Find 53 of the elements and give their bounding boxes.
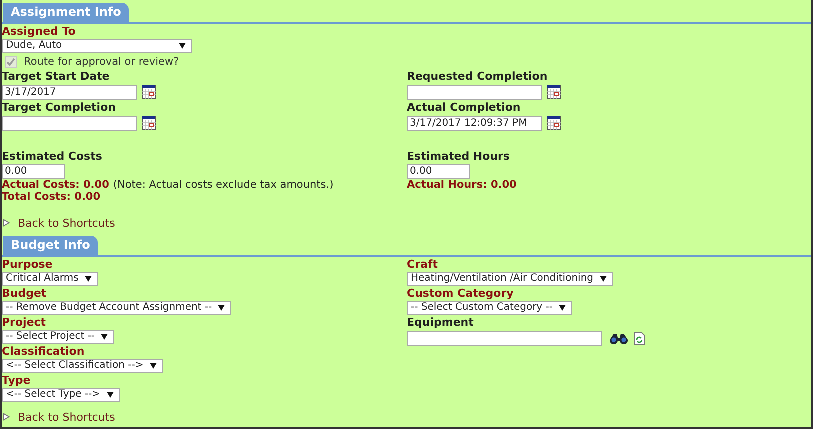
total-text: Total Costs: 0.00: [2, 191, 101, 203]
route-label: Route for approval or review?: [24, 56, 180, 68]
back-link[interactable]: Back to Shortcuts: [18, 216, 116, 230]
field-label: Custom Category: [407, 287, 515, 301]
dropdown-select[interactable]: <-- Select Type -->: [2, 388, 120, 402]
assigned-to-select[interactable]: Dude, Auto: [2, 39, 192, 53]
dropdown-select[interactable]: Heating/Ventilation /Air Conditioning: [407, 272, 613, 286]
field-label: Equipment: [407, 316, 475, 330]
total-text: Actual Hours: 0.00: [407, 179, 517, 191]
back-link[interactable]: Back to Shortcuts: [18, 410, 116, 424]
caret-icon: [150, 363, 157, 369]
field-label: Craft: [407, 258, 439, 272]
dropdown-select[interactable]: -- Select Project --: [2, 330, 114, 344]
field-label: Budget: [2, 287, 48, 301]
dropdown-select[interactable]: -- Select Custom Category --: [407, 301, 572, 315]
field-label: Estimated Hours: [407, 150, 511, 164]
caret-icon: [218, 305, 226, 311]
note-text: (Note: Actual costs exclude tax amounts.): [113, 179, 334, 191]
date-field[interactable]: [2, 116, 137, 130]
total-text: Actual Costs: 0.00: [2, 179, 110, 191]
field-label: Actual Completion: [407, 101, 522, 115]
caret-icon: [559, 305, 566, 311]
dropdown-select[interactable]: Critical Alarms: [2, 272, 98, 286]
caret-icon: [84, 276, 92, 282]
caret-icon: [101, 334, 108, 340]
dropdown-select[interactable]: -- Remove Budget Account Assignment --: [2, 301, 232, 315]
arrow-icon: [3, 413, 10, 421]
calendar-icon[interactable]: [547, 116, 561, 130]
equipment-field[interactable]: [407, 330, 602, 346]
field-label: Type: [2, 374, 32, 388]
date-field[interactable]: 3/17/2017 12:09:37 PM: [407, 116, 542, 130]
estimate-field[interactable]: 0.00: [2, 164, 65, 179]
calendar-icon[interactable]: [142, 116, 156, 130]
estimate-field[interactable]: 0.00: [407, 164, 470, 179]
field-label: Purpose: [2, 258, 54, 272]
caret-icon: [600, 276, 607, 282]
dropdown-select[interactable]: <-- Select Classification -->: [2, 359, 163, 373]
date-field[interactable]: [407, 84, 542, 100]
calendar-icon[interactable]: [142, 85, 156, 99]
caret-icon: [106, 392, 114, 398]
binoculars-icon[interactable]: [609, 332, 629, 344]
field-label: Target Start Date: [2, 70, 111, 84]
refresh-document-icon[interactable]: [634, 332, 645, 344]
field-label: Target Completion: [2, 101, 117, 115]
field-label: Assigned To: [2, 25, 77, 39]
calendar-icon[interactable]: [547, 85, 561, 99]
field-label: Estimated Costs: [2, 150, 104, 164]
field-label: Requested Completion: [407, 70, 549, 84]
date-field[interactable]: 3/17/2017: [2, 84, 137, 100]
arrow-icon: [3, 219, 10, 227]
caret-icon: [179, 43, 186, 49]
field-label: Project: [2, 316, 48, 330]
field-label: Classification: [2, 345, 86, 359]
